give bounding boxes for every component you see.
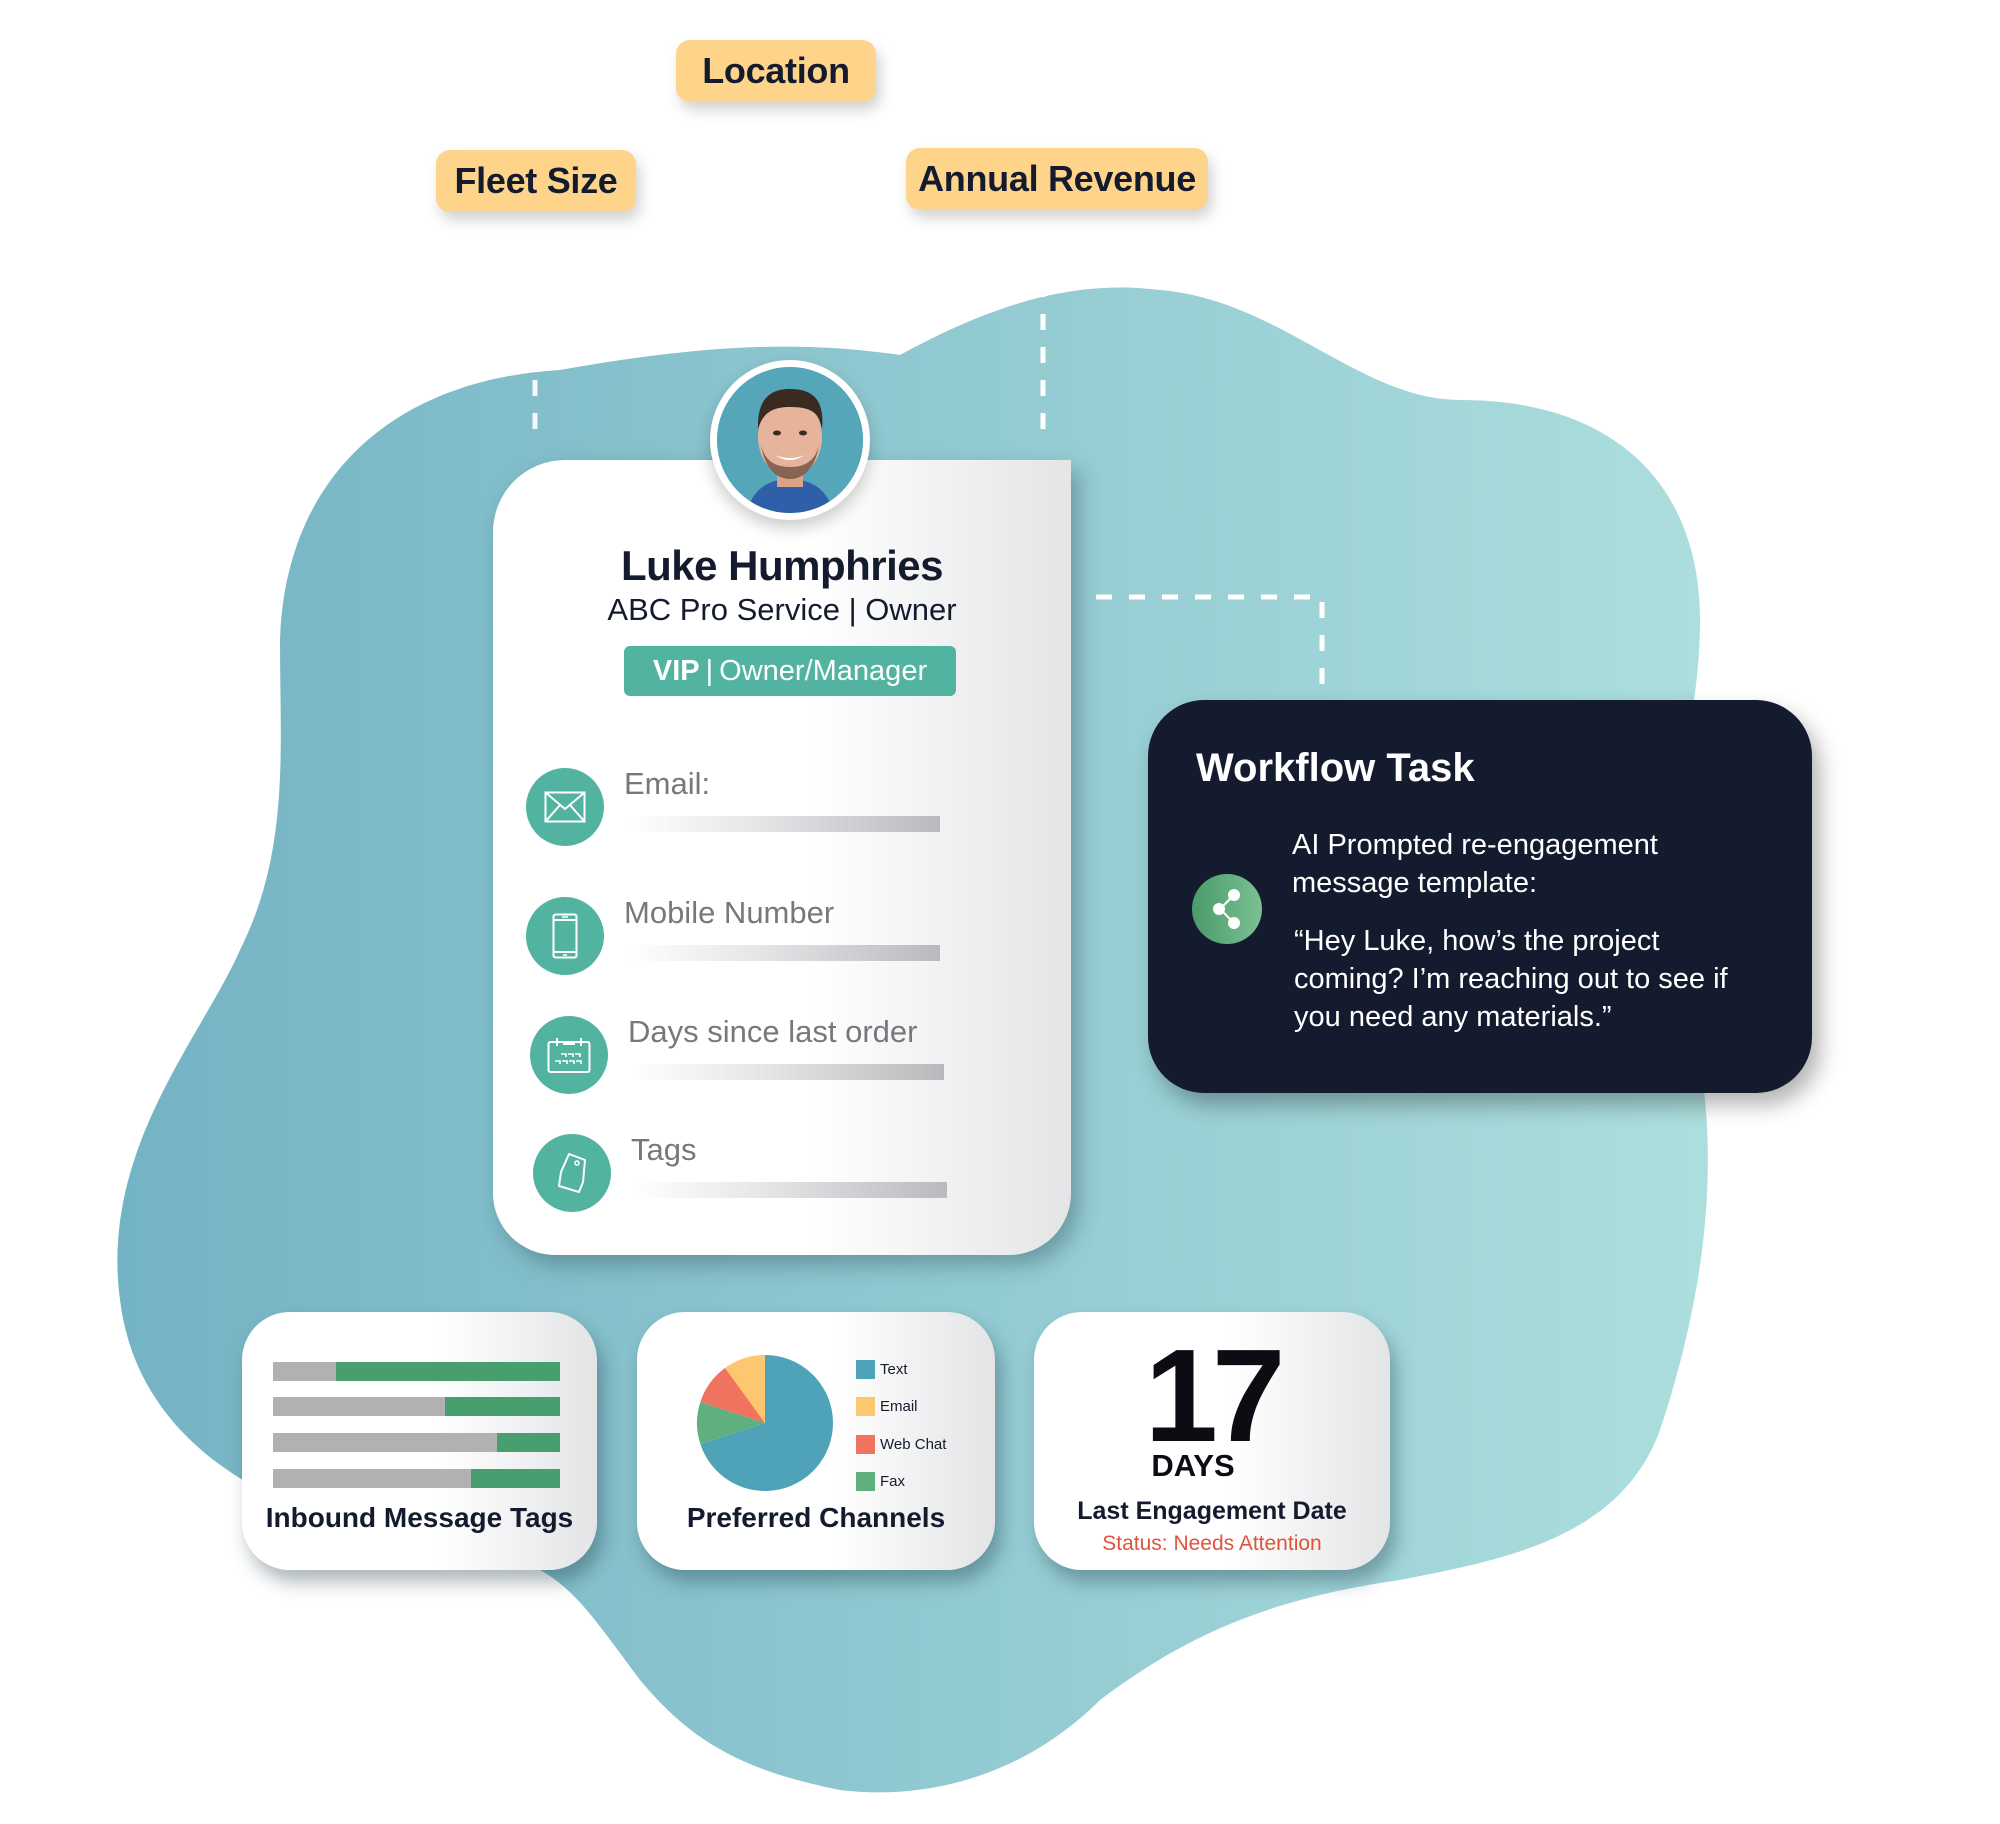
legend-item: Email xyxy=(856,1396,918,1416)
field-value-placeholder xyxy=(626,816,940,832)
envelope-icon xyxy=(526,768,604,846)
workflow-title: Workflow Task xyxy=(1196,746,1475,790)
field-label: Tags xyxy=(631,1132,697,1167)
avatar-photo xyxy=(717,367,863,513)
tag-bar-green-segment xyxy=(496,1433,560,1452)
field-label: Mobile Number xyxy=(624,895,835,930)
legend-swatch xyxy=(856,1396,875,1416)
tag-icon xyxy=(533,1134,611,1212)
field-value-placeholder xyxy=(633,1182,947,1198)
legend-label: Text xyxy=(880,1360,908,1378)
share-icon xyxy=(1192,874,1262,944)
legend-item: Text xyxy=(856,1359,908,1379)
profile-name: Luke Humphries xyxy=(620,542,944,589)
legend-swatch xyxy=(856,1359,875,1379)
calendar-icon xyxy=(530,1016,608,1094)
profile-company-role: ABC Pro Service | Owner xyxy=(607,592,957,627)
legend-label: Web Chat xyxy=(880,1435,947,1453)
days-count: 17 xyxy=(1144,1322,1286,1469)
field-mobile-number[interactable]: Mobile Number xyxy=(526,895,946,977)
field-label: Days since last order xyxy=(628,1014,918,1049)
legend-item: Fax xyxy=(856,1471,905,1491)
engagement-status: Status: Needs Attention xyxy=(1102,1532,1322,1555)
vip-label: VIP xyxy=(652,654,700,687)
preferred-channels-title: Preferred Channels xyxy=(686,1502,946,1533)
legend-swatch xyxy=(856,1471,875,1491)
legend-item: Web Chat xyxy=(856,1434,946,1454)
tag-ratio-bar xyxy=(273,1469,560,1488)
vip-badge: VIP | Owner/Manager xyxy=(624,646,956,696)
tag-bar-gray-segment xyxy=(273,1397,446,1416)
legend-label: Email xyxy=(880,1397,918,1415)
tag-bar-gray-segment xyxy=(273,1469,472,1488)
field-label: Email: xyxy=(624,766,711,801)
field-value-placeholder xyxy=(626,945,940,961)
workflow-description: AI Prompted re-engagement message templa… xyxy=(1292,829,1658,899)
tag-bar-gray-segment xyxy=(273,1433,497,1452)
tag-bar-green-segment xyxy=(471,1469,560,1488)
field-tags[interactable]: Tags xyxy=(533,1132,953,1214)
person-portrait-icon xyxy=(717,367,863,513)
last-engagement-title: Last Engagement Date xyxy=(1077,1497,1347,1525)
tag-bar-green-segment xyxy=(445,1397,560,1416)
tag-bar-gray-segment xyxy=(273,1362,337,1381)
tag-ratio-bar xyxy=(273,1433,560,1452)
tag-bar-green-segment xyxy=(336,1362,560,1381)
tag-annual-revenue[interactable]: Annual Revenue xyxy=(906,148,1208,210)
legend-swatch xyxy=(856,1434,875,1454)
workflow-message-template: “Hey Luke, how’s the project coming? I’m… xyxy=(1294,925,1728,1033)
tag-fleet-size[interactable]: Fleet Size xyxy=(436,150,636,212)
tag-ratio-bar xyxy=(273,1397,560,1416)
badge-role: Owner/Manager xyxy=(719,654,928,687)
inbound-message-tags-title: Inbound Message Tags xyxy=(265,1502,574,1533)
days-unit-label: DAYS xyxy=(1151,1448,1235,1483)
avatar[interactable] xyxy=(710,360,870,520)
tag-ratio-bar xyxy=(273,1362,560,1381)
mobile-phone-icon xyxy=(526,897,604,975)
tag-location[interactable]: Location xyxy=(676,40,876,102)
legend-label: Fax xyxy=(880,1472,906,1490)
preferred-channels-pie xyxy=(697,1355,833,1491)
field-days-since-last-order[interactable]: Days since last order xyxy=(530,1014,950,1096)
field-email[interactable]: Email: xyxy=(526,766,946,848)
badge-separator: | xyxy=(705,654,714,687)
field-value-placeholder xyxy=(630,1064,944,1080)
